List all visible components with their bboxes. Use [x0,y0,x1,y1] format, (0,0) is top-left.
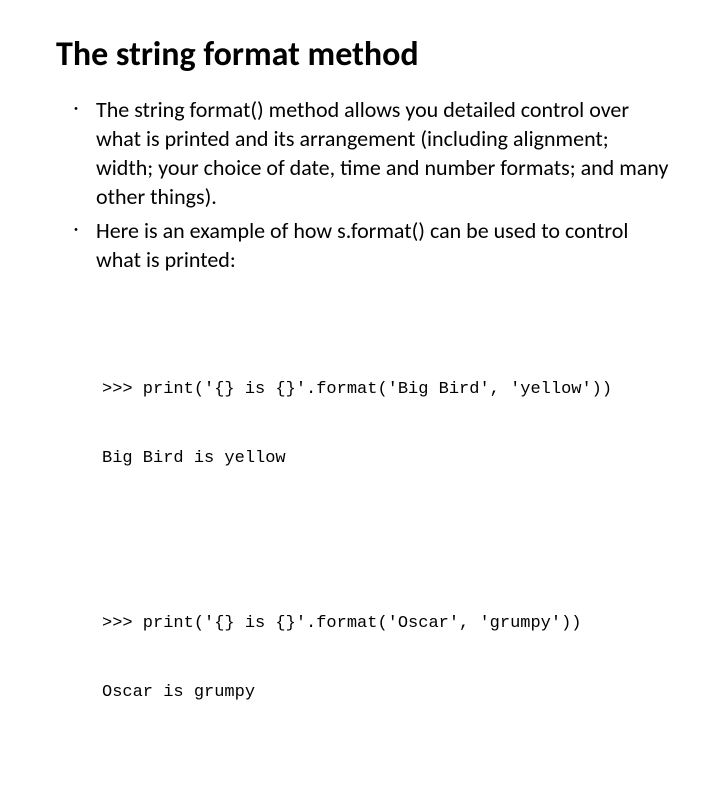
slide-title: The string format method [56,36,670,73]
code-line: >>> print('{} is {}'.format('Big Bird', … [102,379,670,402]
bullet-list: The string format() method allows you de… [56,95,670,273]
bullet-item: Here is an example of how s.format() can… [74,216,670,274]
code-example: >>> print('{} is {}'.format('Oscar', 'gr… [102,567,670,751]
code-line: Big Bird is yellow [102,448,670,471]
slide: The string format method The string form… [0,0,720,540]
bullet-item: The string format() method allows you de… [74,95,670,211]
code-line: >>> print('{} is {}'.format('Oscar', 'gr… [102,613,670,636]
code-block: >>> print('{} is {}'.format('Big Bird', … [102,288,670,800]
code-line: Oscar is grumpy [102,682,670,705]
code-example: >>> print('{} is {}'.format('Big Bird', … [102,333,670,517]
